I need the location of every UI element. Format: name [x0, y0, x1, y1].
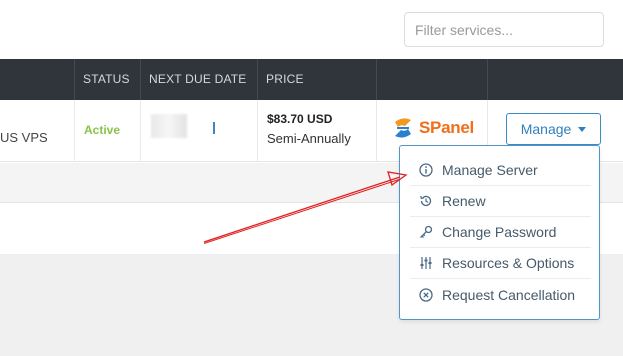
menu-item-manage-server[interactable]: Manage Server [410, 155, 591, 186]
column-header-actions [487, 59, 623, 100]
manage-button[interactable]: Manage [506, 113, 601, 145]
price-amount: $83.70 USD [267, 112, 333, 126]
menu-item-label: Resources & Options [442, 255, 575, 271]
menu-item-resources-options[interactable]: Resources & Options [410, 248, 591, 279]
due-date-cell [140, 100, 257, 162]
sliders-icon [418, 255, 434, 271]
menu-item-label: Renew [442, 193, 486, 209]
text-cursor-mark [213, 122, 215, 134]
menu-item-renew[interactable]: Renew [410, 186, 591, 217]
column-header-product[interactable] [0, 59, 74, 100]
filter-services-input[interactable] [404, 12, 604, 47]
history-icon [418, 193, 434, 209]
status-cell: Active [74, 100, 140, 162]
caret-down-icon [578, 126, 587, 132]
key-icon [418, 224, 434, 240]
product-name[interactable]: US VPS [0, 130, 48, 145]
spanel-logo: SPanel [391, 116, 474, 140]
table-header: STATUS NEXT DUE DATE PRICE [0, 59, 623, 100]
info-circle-icon [418, 162, 434, 178]
menu-item-label: Request Cancellation [442, 286, 576, 303]
redacted-due-date [151, 114, 187, 138]
manage-button-label: Manage [520, 121, 572, 137]
product-cell: US VPS [0, 100, 74, 162]
column-header-price[interactable]: PRICE [257, 59, 376, 100]
column-header-status[interactable]: STATUS [74, 59, 140, 100]
menu-item-label: Manage Server [442, 162, 538, 178]
column-header-panel [376, 59, 487, 100]
price-cell: $83.70 USD Semi-Annually [257, 100, 376, 162]
billing-cycle: Semi-Annually [267, 131, 351, 146]
manage-dropdown-menu: Manage Server Renew Change Password Reso… [399, 145, 600, 320]
menu-item-request-cancellation[interactable]: Request Cancellation [410, 279, 591, 310]
menu-item-change-password[interactable]: Change Password [410, 217, 591, 248]
menu-item-label: Change Password [442, 224, 557, 240]
spanel-logo-text: SPanel [419, 118, 474, 137]
status-badge: Active [84, 123, 121, 137]
column-header-next-due-date[interactable]: NEXT DUE DATE [140, 59, 257, 100]
times-circle-icon [418, 287, 434, 303]
spanel-logo-icon [395, 118, 411, 138]
